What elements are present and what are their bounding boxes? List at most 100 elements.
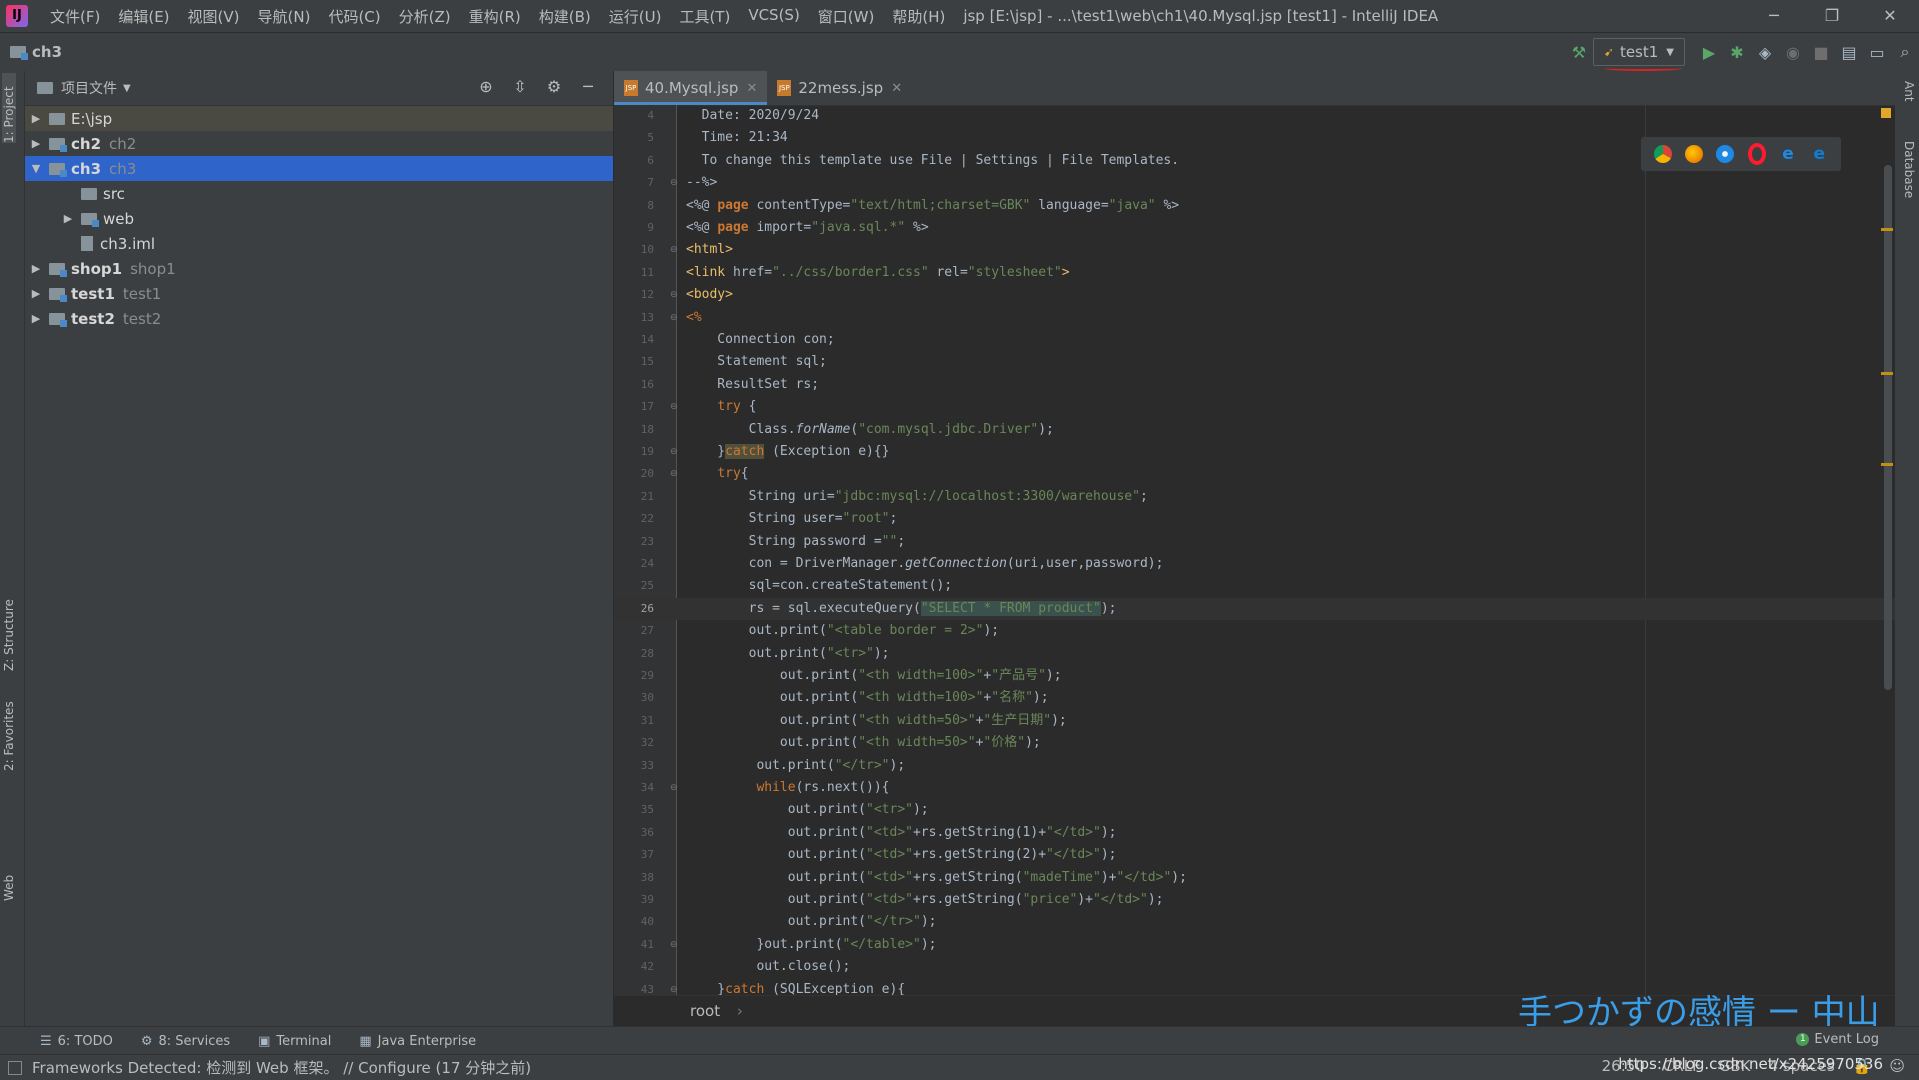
- gear-icon[interactable]: ⚙: [537, 77, 571, 96]
- breadcrumb-root[interactable]: root ›: [690, 1002, 743, 1020]
- code-line[interactable]: 23 String password ="";: [614, 531, 1895, 553]
- fold-marker-icon[interactable]: ⊖: [670, 396, 678, 418]
- restore-icon[interactable]: ❐: [1803, 0, 1861, 32]
- code-line[interactable]: 42 out.close();: [614, 956, 1895, 978]
- menu-item[interactable]: 工具(T): [671, 6, 740, 27]
- fold-marker-icon[interactable]: ⊖: [670, 463, 678, 485]
- stop-icon[interactable]: ■: [1807, 43, 1835, 62]
- menu-item[interactable]: 代码(C): [320, 6, 390, 27]
- fold-marker-icon[interactable]: ⊖: [670, 777, 678, 799]
- collapsed-arrow-icon[interactable]: ▶: [29, 112, 43, 125]
- project-structure-icon[interactable]: ▤: [1835, 43, 1863, 62]
- code-line[interactable]: 33 out.print("</tr>");: [614, 755, 1895, 777]
- code-line[interactable]: 27 out.print("<table border = 2>");: [614, 620, 1895, 642]
- tree-item[interactable]: ch3.iml: [25, 231, 613, 256]
- menu-item[interactable]: VCS(S): [740, 6, 809, 27]
- coverage-icon[interactable]: ◈: [1751, 43, 1779, 62]
- opera-icon[interactable]: [1747, 143, 1766, 165]
- code-line[interactable]: 30 out.print("<th width=100>"+"名称");: [614, 687, 1895, 709]
- code-line[interactable]: 28 out.print("<tr>");: [614, 643, 1895, 665]
- event-log-button[interactable]: 1 Event Log: [1796, 1032, 1879, 1047]
- tree-item[interactable]: ▼ ch3 ch3: [25, 156, 613, 181]
- tool-window-button[interactable]: ⚙ 8: Services: [141, 1034, 230, 1049]
- hector-icon[interactable]: ☺: [1889, 1057, 1905, 1075]
- tree-item[interactable]: src: [25, 181, 613, 206]
- hide-minus-icon[interactable]: ─: [571, 77, 605, 96]
- code-line[interactable]: 25 sql=con.createStatement();: [614, 575, 1895, 597]
- locate-crosshair-icon[interactable]: ⊕: [469, 77, 503, 96]
- code-line[interactable]: 26 rs = sql.executeQuery("SELECT * FROM …: [614, 597, 1895, 621]
- menu-item[interactable]: 分析(Z): [391, 6, 461, 27]
- code-line[interactable]: 34 ⊖ while(rs.next()){: [614, 777, 1895, 799]
- tool-window-toggle-icon[interactable]: [8, 1061, 22, 1075]
- tab-project[interactable]: 1: Project: [2, 73, 16, 143]
- fold-marker-icon[interactable]: ⊖: [670, 979, 678, 995]
- code-line[interactable]: 7 ⊖ --%>: [614, 172, 1895, 194]
- menu-item[interactable]: 文件(F): [42, 6, 110, 27]
- menu-item[interactable]: 导航(N): [250, 6, 321, 27]
- menu-item[interactable]: 视图(V): [180, 6, 250, 27]
- collapsed-arrow-icon[interactable]: ▶: [29, 312, 43, 325]
- code-line[interactable]: 31 out.print("<th width=50>"+"生产日期");: [614, 710, 1895, 732]
- editor-scrollbar[interactable]: [1881, 105, 1895, 995]
- debug-bug-icon[interactable]: ✱: [1723, 43, 1751, 62]
- menu-item[interactable]: 窗口(W): [810, 6, 885, 27]
- code-area[interactable]: 4 Date: 2020/9/24 5 Time: 21:34 6 To chang…: [614, 105, 1895, 995]
- warning-marker[interactable]: [1881, 228, 1893, 231]
- fold-marker-icon[interactable]: ⊖: [670, 307, 678, 329]
- fold-marker-icon[interactable]: ⊖: [670, 172, 678, 194]
- menu-item[interactable]: 帮助(H): [884, 6, 955, 27]
- code-line[interactable]: 37 out.print("<td>"+rs.getString(2)+"</t…: [614, 844, 1895, 866]
- code-line[interactable]: 38 out.print("<td>"+rs.getString("madeTi…: [614, 867, 1895, 889]
- warning-marker[interactable]: [1881, 463, 1893, 466]
- code-line[interactable]: 11 <link href="../css/border1.css" rel="s…: [614, 262, 1895, 284]
- code-line[interactable]: 32 out.print("<th width=50>"+"价格");: [614, 732, 1895, 754]
- code-line[interactable]: 17 ⊖ try {: [614, 396, 1895, 418]
- project-view-selector[interactable]: 项目文件: [61, 78, 117, 98]
- expanded-arrow-icon[interactable]: ▼: [29, 162, 43, 175]
- close-tab-icon[interactable]: ✕: [891, 81, 902, 96]
- chrome-icon[interactable]: [1653, 145, 1672, 163]
- editor-tab[interactable]: JSP 40.Mysql.jsp ✕: [614, 71, 768, 105]
- code-line[interactable]: 9 <%@ page import="java.sql.*" %>: [614, 217, 1895, 239]
- menu-item[interactable]: 运行(U): [601, 6, 672, 27]
- tab-database[interactable]: Database: [1902, 141, 1916, 198]
- tree-item[interactable]: ▶ web: [25, 206, 613, 231]
- nav-breadcrumb[interactable]: ch3: [10, 43, 62, 61]
- firefox-icon[interactable]: [1684, 145, 1703, 163]
- tab-web[interactable]: Web: [2, 861, 16, 901]
- tab-ant[interactable]: Ant: [1902, 81, 1916, 102]
- code-line[interactable]: 40 out.print("</tr>");: [614, 911, 1895, 933]
- scroll-thumb[interactable]: [1884, 165, 1892, 690]
- menu-item[interactable]: 重构(R): [461, 6, 531, 27]
- tool-window-button[interactable]: ▣ Terminal: [258, 1034, 331, 1049]
- code-line[interactable]: 4 Date: 2020/9/24: [614, 105, 1895, 127]
- code-line[interactable]: 22 String user="root";: [614, 508, 1895, 530]
- code-line[interactable]: 12 ⊖ <body>: [614, 284, 1895, 306]
- tool-window-button[interactable]: ▦ Java Enterprise: [359, 1034, 476, 1049]
- code-line[interactable]: 14 Connection con;: [614, 329, 1895, 351]
- tab-structure[interactable]: Z: Structure: [2, 591, 16, 671]
- code-line[interactable]: 21 String uri="jdbc:mysql://localhost:33…: [614, 486, 1895, 508]
- code-line[interactable]: 29 out.print("<th width=100>"+"产品号");: [614, 665, 1895, 687]
- tree-item[interactable]: ▶ ch2 ch2: [25, 131, 613, 156]
- minimize-icon[interactable]: ─: [1745, 0, 1803, 32]
- safari-icon[interactable]: [1716, 145, 1735, 163]
- tree-item[interactable]: ▶ test1 test1: [25, 281, 613, 306]
- code-line[interactable]: 8 <%@ page contentType="text/html;charset…: [614, 195, 1895, 217]
- code-line[interactable]: 18 Class.forName("com.mysql.jdbc.Driver"…: [614, 419, 1895, 441]
- tree-item[interactable]: ▶ E:\jsp: [25, 106, 613, 131]
- collapsed-arrow-icon[interactable]: ▶: [61, 212, 75, 225]
- fold-marker-icon[interactable]: ⊖: [670, 441, 678, 463]
- tool-window-button[interactable]: ☰ 6: TODO: [40, 1034, 113, 1049]
- fold-marker-icon[interactable]: ⊖: [670, 284, 678, 306]
- status-message[interactable]: Frameworks Detected: 检测到 Web 框架。 // Conf…: [32, 1057, 531, 1078]
- code-line[interactable]: 16 ResultSet rs;: [614, 374, 1895, 396]
- inspection-status-icon[interactable]: [1881, 108, 1891, 118]
- tree-item[interactable]: ▶ shop1 shop1: [25, 256, 613, 281]
- code-line[interactable]: 41 ⊖ }out.print("</table>");: [614, 934, 1895, 956]
- close-icon[interactable]: ✕: [1861, 0, 1919, 32]
- warning-marker[interactable]: [1881, 372, 1893, 375]
- code-line[interactable]: 39 out.print("<td>"+rs.getString("price"…: [614, 889, 1895, 911]
- code-line[interactable]: 10 ⊖ <html>: [614, 239, 1895, 261]
